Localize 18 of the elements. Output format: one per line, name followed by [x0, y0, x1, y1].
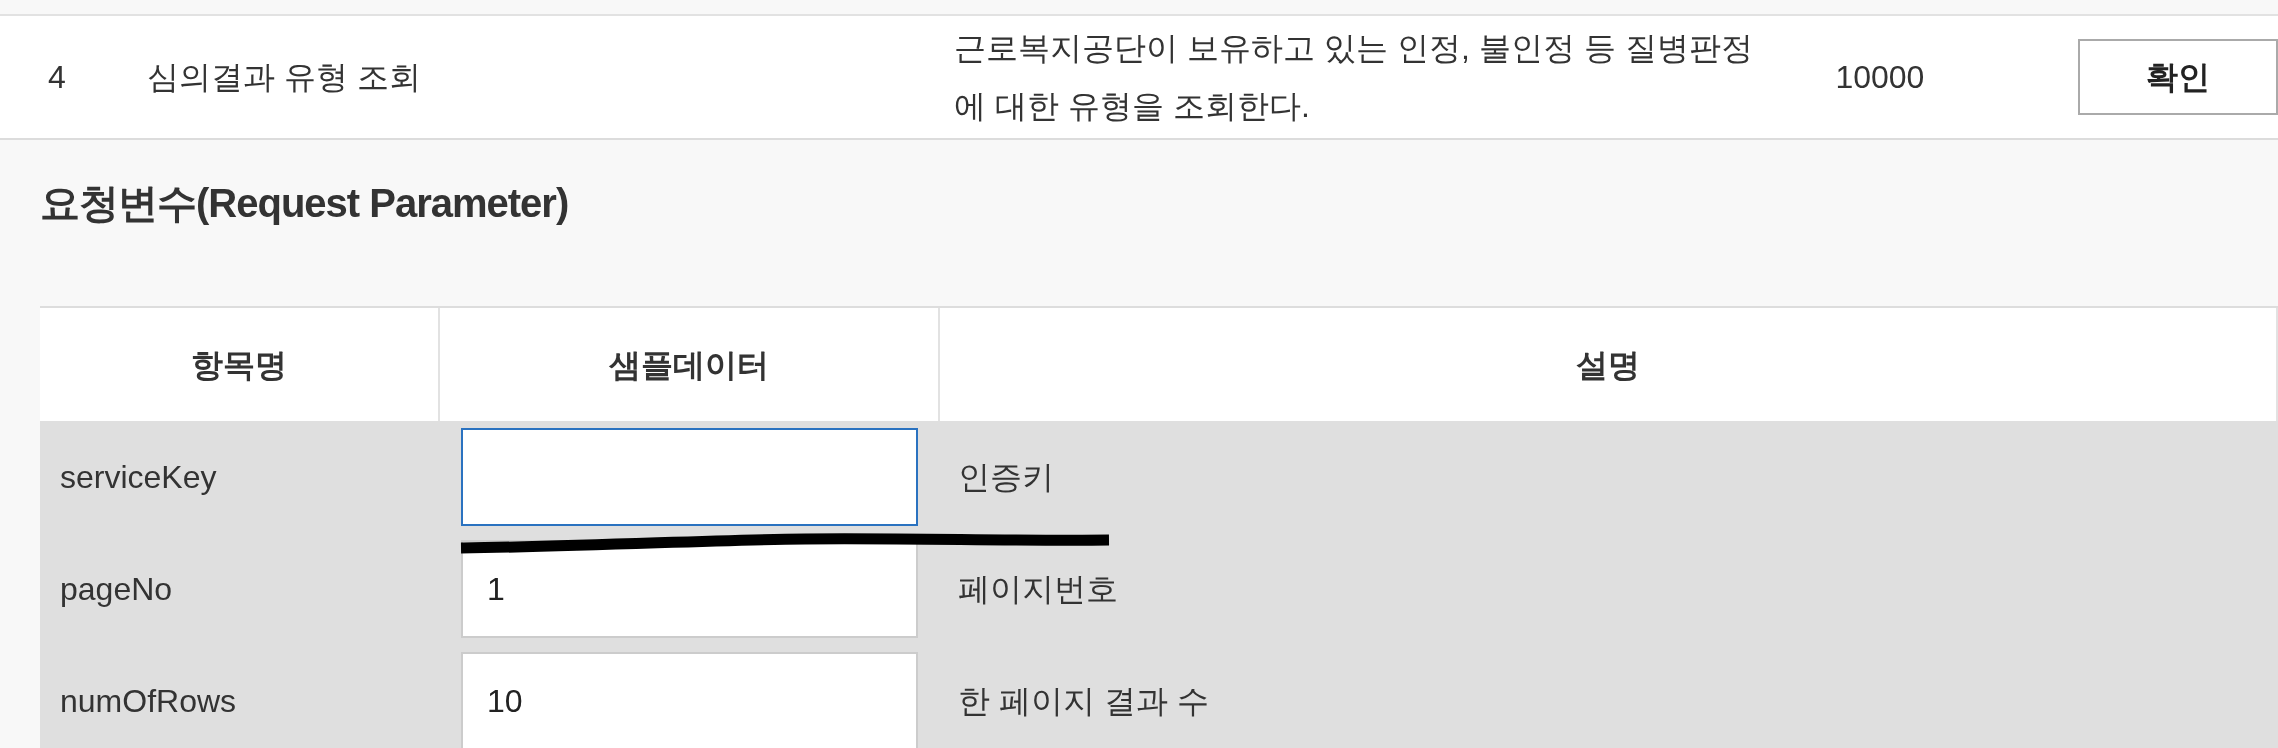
column-header: 설명	[1576, 345, 1640, 385]
parameter-name: pageNo	[60, 570, 173, 609]
row-number: 4	[48, 59, 66, 95]
parameter-description: 페이지번호	[958, 570, 1118, 609]
api-description: 근로복지공단이 보유하고 있는 인정, 불인정 등 질병판정 에 대한 유형을 조회한다.	[954, 30, 1753, 124]
sample-input[interactable]: 10	[461, 652, 918, 748]
parameter-description: 인증키	[958, 458, 1054, 497]
parameter-name: serviceKey	[60, 458, 217, 497]
column-header: 샘플데이터	[609, 345, 769, 385]
parameter-name: numOfRows	[60, 682, 237, 721]
api-name: 심의결과 유형 조회	[147, 59, 421, 95]
traffic-value: 10000	[1835, 59, 1925, 95]
parameter-description: 한 페이지 결과 수	[958, 682, 1209, 721]
section-title: 요청변수(Request Parameter)	[40, 181, 569, 225]
confirm-button[interactable]: 확인	[2078, 39, 2278, 115]
sample-input[interactable]: 1	[461, 540, 918, 638]
sample-input[interactable]	[461, 428, 918, 526]
column-header: 항목명	[191, 345, 287, 385]
